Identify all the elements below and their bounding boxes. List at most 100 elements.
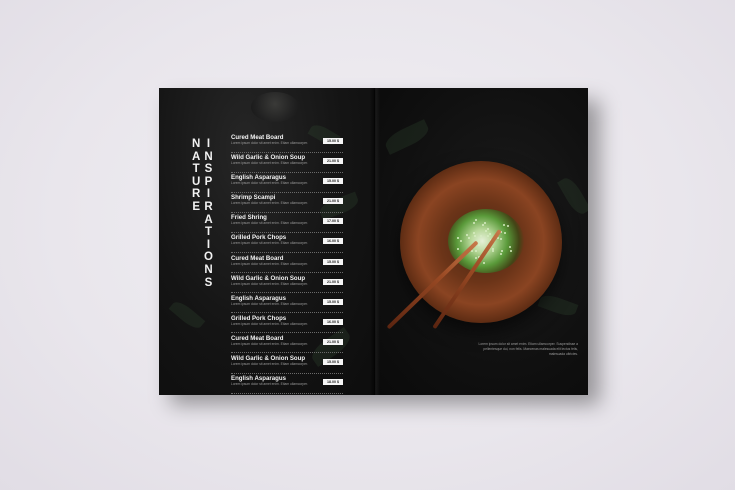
menu-item: Fried Shring Lorem ipsum dolor sit amet e… xyxy=(231,214,343,233)
menu-item: Cured Meat Board Lorem ipsum dolor sit am… xyxy=(231,335,343,354)
sprout-dot xyxy=(472,221,475,224)
sprout-dot xyxy=(507,224,510,227)
sprout-dot xyxy=(484,221,486,224)
menu-item-price: 17.00 $ xyxy=(323,218,343,225)
title-letter: N xyxy=(204,150,213,163)
title-letter: R xyxy=(192,188,201,201)
menu-item-price: 15.00 $ xyxy=(323,298,343,305)
left-page: NATURE INSPIRATIONS Cured Meat Board Lore… xyxy=(159,88,374,395)
menu-item-price: 21.00 $ xyxy=(323,198,343,205)
title-word-nature: NATURE xyxy=(192,138,200,214)
sprout-dot xyxy=(459,239,462,242)
menu-item-price: 15.00 $ xyxy=(323,359,343,366)
menu-item: English Asparagus Lorem ipsum dolor sit a… xyxy=(231,375,343,394)
menu-item: Shrimp Scampi Lorem ipsum dolor sit amet … xyxy=(231,194,343,213)
dotted-divider xyxy=(231,211,343,213)
title-letter: U xyxy=(192,175,201,188)
title-letter: A xyxy=(204,213,213,226)
menu-item: Wild Garlic & Onion Soup Lorem ipsum dolo… xyxy=(231,275,343,294)
dotted-divider xyxy=(231,272,343,274)
menu-item-price: 18.00 $ xyxy=(323,379,343,386)
title-letter: A xyxy=(192,150,201,163)
sprout-dot xyxy=(456,248,459,250)
dotted-divider xyxy=(231,171,343,173)
title-letter: T xyxy=(192,163,200,176)
sprout-dot xyxy=(467,236,470,239)
sprout-dot xyxy=(481,223,484,226)
menu-item: Grilled Pork Chops Lorem ipsum dolor sit … xyxy=(231,234,343,253)
title-letter: I xyxy=(206,188,211,201)
leaf-decoration xyxy=(168,298,206,332)
menu-item: Wild Garlic & Onion Soup Lorem ipsum dolo… xyxy=(231,154,343,173)
menu-item-price: 21.00 $ xyxy=(323,278,343,285)
menu-list: Cured Meat Board Lorem ipsum dolor sit am… xyxy=(231,134,343,395)
sprout-dot xyxy=(503,231,506,234)
sprout-dot xyxy=(488,233,491,236)
title-letter: O xyxy=(204,251,213,264)
menu-item-price: 15.00 $ xyxy=(323,138,343,144)
menu-item-price: 16.00 $ xyxy=(323,238,343,245)
menu-item-price: 21.00 $ xyxy=(323,338,343,345)
title-letter: E xyxy=(192,200,200,213)
menu-item: English Asparagus Lorem ipsum dolor sit a… xyxy=(231,174,343,193)
leaf-decoration xyxy=(537,291,579,320)
dotted-divider xyxy=(231,151,343,153)
right-page: Lorem ipsum dolor sit amet enim. Etiam u… xyxy=(374,88,588,395)
menu-item-price: 15.00 $ xyxy=(323,258,343,265)
menu-item: Grilled Pork Chops Lorem ipsum dolor sit … xyxy=(231,315,343,334)
title-letter: R xyxy=(204,200,213,213)
sprout-dot xyxy=(486,228,489,231)
menu-item: Cured Meat Board Lorem ipsum dolor sit am… xyxy=(231,134,343,153)
dotted-divider xyxy=(231,332,343,334)
leaf-decoration xyxy=(557,174,588,218)
sprout-dot xyxy=(477,243,480,246)
title-letter: N xyxy=(192,138,201,150)
sprout-dot xyxy=(502,223,505,226)
sprout-dot xyxy=(482,262,485,265)
sprout-dot xyxy=(500,237,503,240)
title-letter: T xyxy=(204,226,212,239)
sprout-dot xyxy=(500,253,503,256)
caption-text: Lorem ipsum dolor sit amet enim. Etiam u… xyxy=(478,342,579,356)
center-fold xyxy=(370,88,380,395)
sprout-dot xyxy=(474,249,477,252)
title-letter: I xyxy=(206,138,211,150)
sprouts-image xyxy=(448,209,524,273)
title-letter: S xyxy=(204,276,213,289)
small-bowl-image xyxy=(251,92,299,122)
title-letter: N xyxy=(204,263,213,276)
menu-item-price: 21.00 $ xyxy=(323,158,343,165)
title-word-inspirations: INSPIRATIONS xyxy=(204,138,213,289)
sprout-dot xyxy=(510,249,513,252)
dotted-divider xyxy=(231,231,343,233)
dotted-divider xyxy=(231,312,343,314)
title-letter: S xyxy=(204,163,213,176)
sprout-dot xyxy=(480,235,483,238)
sprout-dot xyxy=(471,250,474,253)
dotted-divider xyxy=(231,372,343,374)
title-letter: P xyxy=(204,175,213,188)
dotted-divider xyxy=(231,292,343,294)
sprout-dot xyxy=(474,218,477,221)
sprout-dot xyxy=(474,234,477,237)
sprout-dot xyxy=(484,230,487,233)
menu-item: Wild Garlic & Onion Soup Lorem ipsum dolo… xyxy=(231,355,343,374)
menu-item-price: 16.00 $ xyxy=(323,318,343,325)
title-letter: I xyxy=(206,238,211,251)
dotted-divider xyxy=(231,392,343,394)
dotted-divider xyxy=(231,191,343,193)
sprout-dot xyxy=(474,256,477,259)
dotted-divider xyxy=(231,251,343,253)
sprout-dot xyxy=(486,234,489,237)
sprout-dot xyxy=(473,232,476,235)
sprout-dot xyxy=(509,246,512,249)
menu-item-price: 15.00 $ xyxy=(323,178,343,185)
sprout-dot xyxy=(478,240,481,243)
sprout-dot xyxy=(500,250,503,253)
leaf-decoration xyxy=(382,119,432,155)
dotted-divider xyxy=(231,352,343,354)
sprout-dot xyxy=(492,250,495,253)
menu-item: Cured Meat Board Lorem ipsum dolor sit am… xyxy=(231,255,343,274)
sprout-dot xyxy=(457,237,460,240)
menu-item: English Asparagus Lorem ipsum dolor sit a… xyxy=(231,295,343,314)
